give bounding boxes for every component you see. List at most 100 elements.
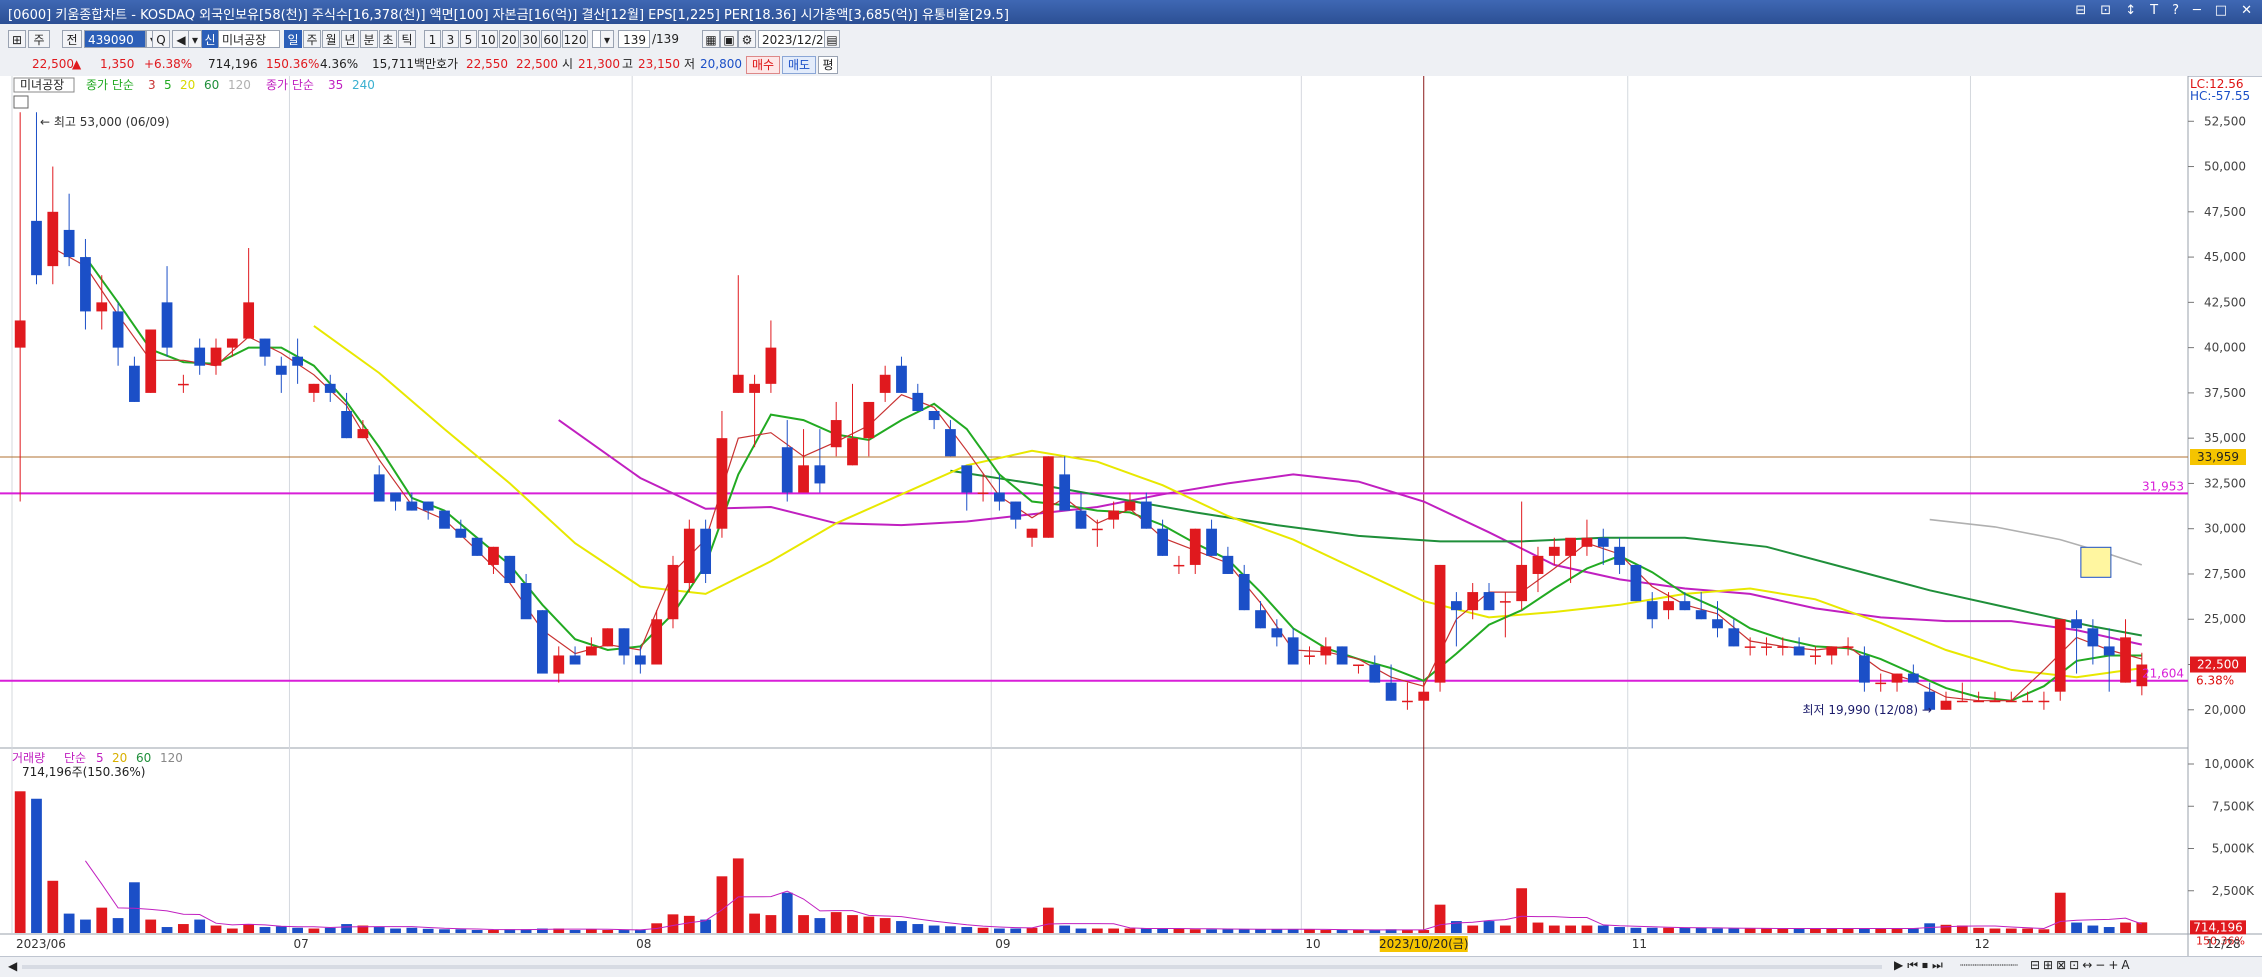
legend-ma-period-2: 35: [328, 78, 343, 92]
candle-body: [1010, 501, 1022, 520]
window-tile-icon[interactable]: ⊟: [2075, 3, 2086, 18]
minute-5-button[interactable]: 5: [460, 30, 477, 48]
candle-body: [1891, 673, 1903, 683]
minute-10-button[interactable]: 10: [478, 30, 498, 48]
volume-bar: [226, 928, 238, 933]
max-note-label: ← 최고 53,000 (06/09): [40, 115, 170, 129]
volume-bar: [1842, 928, 1854, 933]
period-second-button[interactable]: 초: [379, 30, 397, 48]
volume-bar: [194, 919, 206, 933]
candle-body: [1369, 664, 1381, 683]
price-tick-label: 50,000: [2204, 160, 2246, 174]
volume-bar: [439, 929, 450, 933]
candle-body: [847, 438, 858, 466]
scrollbar[interactable]: [22, 965, 1882, 969]
volume-bar: [1663, 927, 1674, 933]
candle-body: [1304, 655, 1315, 657]
candle-body: [1124, 501, 1136, 511]
period-dropdown-icon[interactable]: ▾: [600, 30, 614, 48]
chart-icon[interactable]: ▦: [702, 30, 720, 48]
period-monthly-button[interactable]: 월: [322, 30, 340, 48]
date-input[interactable]: 2023/12/28: [758, 30, 831, 48]
volume-bar: [1369, 930, 1381, 933]
price-tick-label: 25,000: [2204, 612, 2246, 626]
minute-1-button[interactable]: 1: [424, 30, 441, 48]
buy-button[interactable]: 매수: [746, 56, 780, 74]
volume-bar: [210, 925, 222, 933]
candle-body: [1532, 555, 1544, 574]
close-icon[interactable]: ✕: [2241, 3, 2252, 18]
volume-bar: [1206, 929, 1217, 933]
avg-button[interactable]: 평: [818, 56, 838, 74]
zoom-icons[interactable]: ⊟⊞⊠⊡↔−+A: [2030, 958, 2133, 972]
window-resize-icon[interactable]: ↕: [2125, 3, 2136, 18]
navigation-icons[interactable]: ▶⏮⏹⏭: [1894, 958, 1947, 973]
candle-body: [439, 510, 450, 529]
candle-body: [129, 365, 140, 402]
window-cascade-icon[interactable]: ⊡: [2100, 3, 2111, 18]
candle-body: [1353, 664, 1364, 667]
volume-tick-label: 2,500K: [2212, 884, 2255, 898]
minute-30-button[interactable]: 30: [520, 30, 540, 48]
stock-code-input[interactable]: 439090: [84, 30, 146, 48]
candle-body: [912, 392, 924, 411]
candle-body: [683, 528, 695, 584]
candle-body: [569, 655, 581, 665]
legend-ma-period: 120: [228, 78, 251, 92]
menu-icon[interactable]: ⊞: [8, 30, 26, 48]
volume-bar: [63, 913, 75, 933]
candle-body: [1140, 501, 1152, 529]
calendar-icon[interactable]: ▤: [824, 30, 840, 48]
volume-bar: [2022, 928, 2033, 933]
mode-button[interactable]: 주: [28, 30, 50, 48]
candle-body: [1336, 646, 1348, 665]
minute-120-button[interactable]: 120: [562, 30, 588, 48]
volume-bar: [1826, 928, 1838, 933]
candle-body: [2005, 700, 2017, 703]
maximize-icon[interactable]: □: [2215, 3, 2227, 18]
count-input[interactable]: 139: [618, 30, 650, 48]
stock-list-icon[interactable]: ▾: [188, 30, 202, 48]
volume-bar: [292, 927, 303, 933]
candle-body: [243, 302, 255, 339]
high-label: 고: [622, 57, 634, 71]
price-tick-label: 20,000: [2204, 703, 2246, 717]
period-daily-button[interactable]: 일: [284, 30, 302, 48]
sell-button[interactable]: 매도: [782, 56, 816, 74]
period-yearly-button[interactable]: 년: [341, 30, 359, 48]
volume-bar: [1581, 925, 1593, 933]
current-price: 22,500: [32, 57, 74, 71]
candle-body: [1630, 564, 1642, 602]
candle-body: [1434, 564, 1446, 683]
legend-ma-label: 종가 단순: [86, 78, 134, 92]
legend-ma-period: 60: [204, 78, 219, 92]
date-tick-label: 2023/06: [16, 937, 66, 951]
minute-60-button[interactable]: 60: [541, 30, 561, 48]
chart-area[interactable]: 20,00022,50025,00027,50030,00032,50035,0…: [0, 76, 2262, 956]
font-icon[interactable]: T: [2150, 3, 2158, 18]
search-icon[interactable]: Q: [152, 30, 170, 48]
candle-body: [1793, 646, 1805, 656]
volume-bar: [1859, 928, 1870, 933]
legend-ma-label-2: 종가 단순: [266, 78, 314, 92]
volume-bar: [1467, 925, 1479, 933]
settings-icon[interactable]: ⚙: [738, 30, 756, 48]
scroll-left-icon[interactable]: ◀: [8, 959, 17, 973]
period-minute-button[interactable]: 분: [360, 30, 378, 48]
period-tick-button[interactable]: 틱: [398, 30, 416, 48]
zoom-slider[interactable]: ┈┈┈┈┈┈┈┈: [1960, 958, 2018, 972]
date-tick-label: 09: [995, 937, 1010, 951]
quote-bar: 22,500 ▲ 1,350 +6.38% 714,196 150.36% 4.…: [0, 54, 2262, 77]
minute-3-button[interactable]: 3: [442, 30, 459, 48]
help-icon[interactable]: ?: [2172, 3, 2179, 18]
period-weekly-button[interactable]: 주: [303, 30, 321, 48]
low-line-tag-label: 21,604: [2142, 667, 2184, 681]
market-button[interactable]: 전: [62, 30, 82, 48]
minute-20-button[interactable]: 20: [499, 30, 519, 48]
volume-legend-period: 20: [112, 751, 127, 765]
minimize-icon[interactable]: ─: [2193, 3, 2201, 18]
save-icon[interactable]: ▣: [720, 30, 738, 48]
volume-bar: [1548, 925, 1560, 933]
candle-body: [781, 447, 793, 493]
volume-legend-period: 60: [136, 751, 151, 765]
